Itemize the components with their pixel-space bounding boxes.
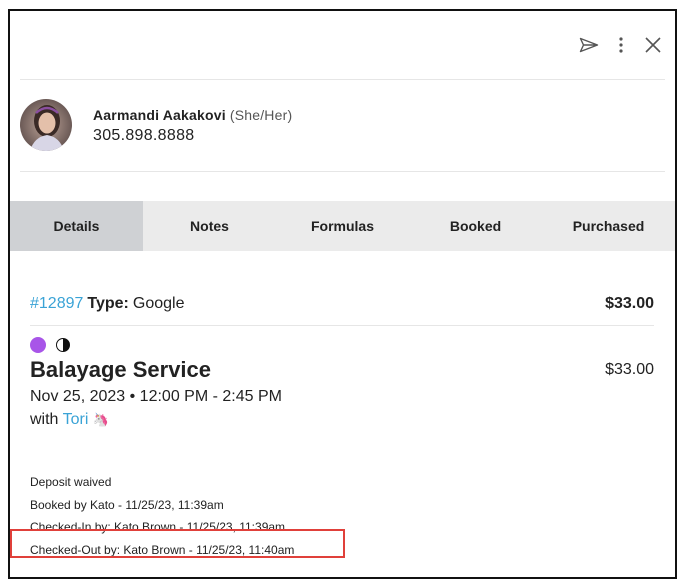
order-type: Google bbox=[132, 295, 185, 312]
more-vert-icon[interactable] bbox=[611, 35, 631, 55]
close-icon[interactable] bbox=[643, 35, 663, 55]
client-phone[interactable]: 305.898.8888 bbox=[93, 127, 194, 145]
service-stylist-line: with Tori 🦄 bbox=[30, 411, 109, 429]
order-id-link[interactable]: #12897 bbox=[30, 295, 83, 312]
client-pronouns: (She/Her) bbox=[229, 107, 293, 123]
half-circle-icon bbox=[56, 338, 70, 352]
service-datetime: Nov 25, 2023 • 12:00 PM - 2:45 PM bbox=[30, 388, 282, 405]
appointment-panel: Aarmandi Aakakovi (She/Her) 305.898.8888 … bbox=[8, 9, 677, 579]
tab-notes[interactable]: Notes bbox=[143, 201, 276, 251]
stylist-link[interactable]: Tori bbox=[63, 411, 89, 428]
panel-header bbox=[20, 11, 665, 80]
unicorn-icon: 🦄 bbox=[92, 412, 110, 427]
tab-purchased[interactable]: Purchased bbox=[542, 201, 675, 251]
highlight-annotation bbox=[10, 529, 345, 558]
with-label: with bbox=[30, 411, 59, 428]
service-title: Balayage Service bbox=[30, 357, 212, 382]
order-total: $33.00 bbox=[605, 295, 654, 312]
client-name: Aarmandi Aakakovi (She/Her) bbox=[93, 107, 292, 123]
send-icon[interactable] bbox=[579, 35, 599, 55]
client-profile: Aarmandi Aakakovi (She/Her) 305.898.8888 bbox=[20, 79, 665, 172]
service-price: $33.00 bbox=[605, 361, 654, 378]
status-dot-icon bbox=[30, 337, 46, 353]
header-actions bbox=[579, 35, 663, 55]
history-item: Deposit waived bbox=[30, 475, 112, 489]
avatar bbox=[20, 99, 72, 151]
history-item: Booked by Kato - 11/25/23, 11:39am bbox=[30, 497, 224, 512]
order-summary: #12897 Type: Google $33.00 bbox=[30, 295, 654, 326]
tab-formulas[interactable]: Formulas bbox=[276, 201, 409, 251]
status-indicators bbox=[30, 337, 70, 353]
tab-details[interactable]: Details bbox=[10, 201, 143, 251]
tab-booked[interactable]: Booked bbox=[409, 201, 542, 251]
client-name-text: Aarmandi Aakakovi bbox=[93, 107, 226, 123]
order-type-label: Type: bbox=[87, 295, 129, 312]
tab-bar: Details Notes Formulas Booked Purchased bbox=[10, 201, 675, 251]
